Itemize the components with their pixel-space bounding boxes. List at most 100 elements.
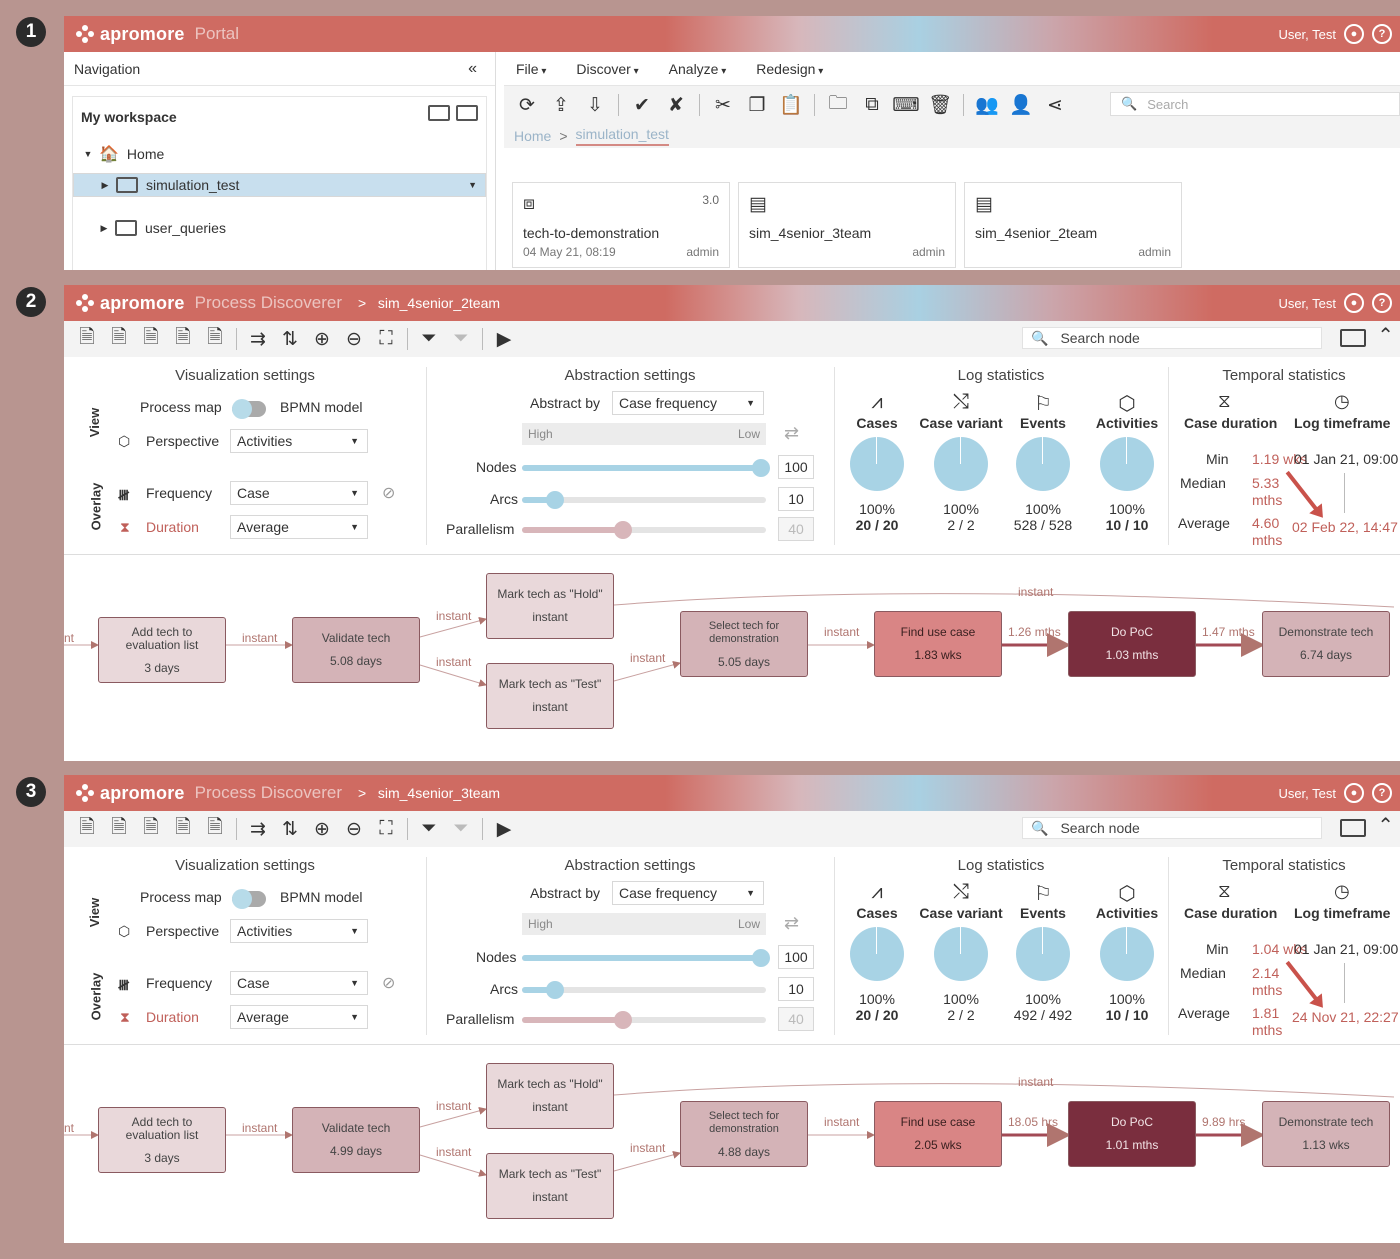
- swap-icon[interactable]: ⇄: [784, 423, 799, 444]
- search-node-input[interactable]: 🔍 Search node: [1022, 327, 1322, 349]
- user-menu[interactable]: User, Test ● ?: [1278, 775, 1392, 811]
- export-csv-icon[interactable]: 🗎: [74, 327, 100, 351]
- clear-filter-icon[interactable]: ⏷: [448, 327, 474, 351]
- search-node-input[interactable]: 🔍 Search node: [1022, 817, 1322, 839]
- menu-analyze[interactable]: Analyze: [669, 61, 727, 77]
- parallelism-slider[interactable]: [522, 1011, 766, 1029]
- zoom-in-icon[interactable]: ⊕: [309, 817, 335, 841]
- activity-node[interactable]: Find use case 1.83 wks: [874, 611, 1002, 677]
- map-type-toggle[interactable]: [232, 889, 266, 909]
- arcs-input[interactable]: 10: [778, 487, 814, 511]
- cut-icon[interactable]: ✂: [710, 93, 736, 117]
- nodes-slider-knob[interactable]: [752, 459, 770, 477]
- fit-screen-icon[interactable]: ⛶: [373, 817, 399, 841]
- activity-node[interactable]: Add tech to evaluation list 3 days: [98, 617, 226, 683]
- help-icon[interactable]: ?: [1372, 24, 1392, 44]
- collapse-up-icon[interactable]: ⌃: [1377, 813, 1394, 838]
- activity-node[interactable]: Select tech for demonstration 4.88 days: [680, 1101, 808, 1167]
- zoom-in-icon[interactable]: ⊕: [309, 327, 335, 351]
- zoom-out-icon[interactable]: ⊖: [341, 817, 367, 841]
- arcs-input[interactable]: 10: [778, 977, 814, 1001]
- duration-select[interactable]: Average: [230, 515, 368, 539]
- layout-horizontal-icon[interactable]: ⇉: [245, 327, 271, 351]
- animate-play-icon[interactable]: ▶: [491, 817, 517, 841]
- process-map[interactable]: nt instant instant instant instant insta…: [64, 555, 1400, 749]
- nodes-slider[interactable]: [522, 949, 770, 967]
- export-xes-icon[interactable]: 🗎: [106, 327, 132, 351]
- new-model-icon[interactable]: ⧉: [859, 93, 885, 117]
- activity-node[interactable]: Select tech for demonstration 5.05 days: [680, 611, 808, 677]
- search-input[interactable]: 🔍 Search: [1110, 92, 1400, 116]
- filter-icon[interactable]: ⏷: [416, 817, 442, 841]
- apromore-logo[interactable]: apromore: [76, 293, 185, 314]
- activity-node[interactable]: Demonstrate tech 1.13 wks: [1262, 1101, 1390, 1167]
- upload-icon[interactable]: ⇪: [548, 93, 574, 117]
- help-icon[interactable]: ?: [1372, 293, 1392, 313]
- user-menu[interactable]: User, Test ● ?: [1278, 285, 1392, 321]
- arcs-slider[interactable]: [522, 981, 766, 999]
- layout-vertical-icon[interactable]: ⇅: [277, 817, 303, 841]
- frequency-select[interactable]: Case: [230, 481, 368, 505]
- arcs-slider[interactable]: [522, 491, 766, 509]
- export-xes-icon[interactable]: 🗎: [106, 817, 132, 841]
- activity-node[interactable]: Mark tech as "Test" instant: [486, 663, 614, 729]
- file-card[interactable]: ▤ sim_4senior_3team admin: [738, 182, 956, 268]
- abstract-by-select[interactable]: Case frequency: [612, 391, 764, 415]
- layout-vertical-icon[interactable]: ⇅: [277, 327, 303, 351]
- keyboard-icon[interactable]: [1340, 329, 1366, 347]
- nodes-slider[interactable]: [522, 459, 770, 477]
- deselect-icon[interactable]: ✘: [663, 93, 689, 117]
- process-map[interactable]: nt instant instant instant instant insta…: [64, 1045, 1400, 1239]
- nodes-slider-knob[interactable]: [752, 949, 770, 967]
- arcs-slider-knob[interactable]: [546, 981, 564, 999]
- breadcrumb-home[interactable]: Home: [514, 128, 551, 144]
- nodes-input[interactable]: 100: [778, 945, 814, 969]
- zoom-out-icon[interactable]: ⊖: [341, 327, 367, 351]
- file-card[interactable]: ⧈ 3.0 tech-to-demonstration 04 May 21, 0…: [512, 182, 730, 268]
- frequency-select[interactable]: Case: [230, 971, 368, 995]
- new-folder-icon[interactable]: 🗀: [825, 93, 851, 117]
- add-folder-icon[interactable]: [428, 105, 450, 121]
- activity-node[interactable]: Do PoC 1.03 mths: [1068, 611, 1196, 677]
- activity-node[interactable]: Add tech to evaluation list 3 days: [98, 1107, 226, 1173]
- select-all-icon[interactable]: ✔: [629, 93, 655, 117]
- expand-caret-icon[interactable]: ▶: [99, 223, 109, 234]
- swap-icon[interactable]: ⇄: [784, 913, 799, 934]
- activity-node[interactable]: Do PoC 1.01 mths: [1068, 1101, 1196, 1167]
- export-csv-icon[interactable]: 🗎: [74, 817, 100, 841]
- share-icon[interactable]: ⋖: [1042, 93, 1068, 117]
- filter-icon[interactable]: ⏷: [416, 327, 442, 351]
- clear-filter-icon[interactable]: ⏷: [448, 817, 474, 841]
- parallelism-slider[interactable]: [522, 521, 766, 539]
- layout-horizontal-icon[interactable]: ⇉: [245, 817, 271, 841]
- activity-node[interactable]: Demonstrate tech 6.74 days: [1262, 611, 1390, 677]
- user-menu[interactable]: User, Test ● ?: [1278, 16, 1392, 52]
- rename-icon[interactable]: ⌨: [892, 93, 919, 117]
- activity-node[interactable]: Mark tech as "Hold" instant: [486, 1063, 614, 1129]
- menu-file[interactable]: File: [516, 61, 546, 77]
- perspective-select[interactable]: Activities: [230, 429, 368, 453]
- delete-icon[interactable]: 🗑: [927, 93, 953, 117]
- hide-overlay-icon[interactable]: ⊘: [382, 483, 395, 503]
- copy-icon[interactable]: ❐: [744, 93, 770, 117]
- animate-play-icon[interactable]: ▶: [491, 327, 517, 351]
- menu-redesign[interactable]: Redesign: [756, 61, 823, 77]
- export-png-icon[interactable]: 🗎: [170, 817, 196, 841]
- arcs-slider-knob[interactable]: [546, 491, 564, 509]
- tree-item-user-queries[interactable]: ▶ user_queries: [73, 211, 486, 245]
- abstract-by-select[interactable]: Case frequency: [612, 881, 764, 905]
- download-icon[interactable]: ⇩: [582, 93, 608, 117]
- expand-caret-icon[interactable]: ▼: [83, 149, 93, 159]
- export-png-icon[interactable]: 🗎: [170, 327, 196, 351]
- activity-node[interactable]: Mark tech as "Hold" instant: [486, 573, 614, 639]
- perspective-select[interactable]: Activities: [230, 919, 368, 943]
- activity-node[interactable]: Find use case 2.05 wks: [874, 1101, 1002, 1167]
- tree-item-home[interactable]: ▼ 🏠 Home: [73, 137, 486, 171]
- users-icon[interactable]: 👥: [974, 93, 1000, 117]
- parallelism-slider-knob[interactable]: [614, 521, 632, 539]
- hide-overlay-icon[interactable]: ⊘: [382, 973, 395, 993]
- help-icon[interactable]: ?: [1372, 783, 1392, 803]
- apromore-logo[interactable]: apromore: [76, 783, 185, 804]
- paste-icon[interactable]: 📋: [778, 93, 804, 117]
- tree-item-simulation-test[interactable]: ▶ simulation_test: [73, 173, 486, 197]
